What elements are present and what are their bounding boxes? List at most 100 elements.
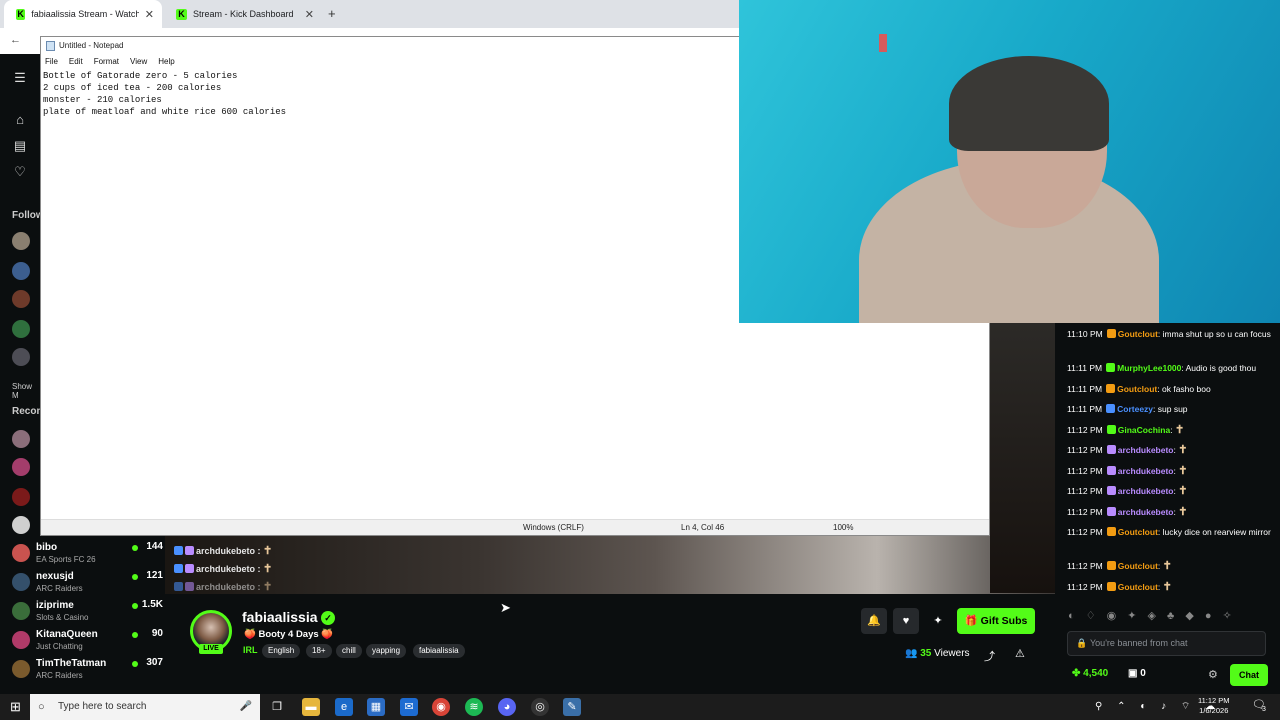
emote-icon: ✝ bbox=[1178, 444, 1188, 456]
browse-icon[interactable]: ▤ bbox=[12, 138, 28, 154]
menu-help[interactable]: Help bbox=[158, 57, 174, 70]
stream-category[interactable]: IRL bbox=[243, 645, 258, 655]
edge-icon[interactable]: e bbox=[335, 698, 353, 716]
channel-points[interactable]: ✤ 4,540 bbox=[1072, 668, 1108, 679]
channel-row[interactable]: nexusjd ARC Raiders 121 bbox=[8, 569, 163, 597]
discord-icon[interactable]: ◕ bbox=[498, 698, 516, 716]
sparkle-icon[interactable]: ✦ bbox=[925, 608, 951, 634]
tag-18plus[interactable]: 18+ bbox=[306, 644, 332, 658]
channel-row[interactable]: TimTheTatman ARC Raiders 307 bbox=[8, 656, 163, 684]
heart-follow-icon[interactable]: ♥ bbox=[893, 608, 919, 634]
chat-username[interactable]: Goutclout bbox=[1118, 329, 1158, 339]
chat-message: 11:12 PM GinaCochina: ✝ bbox=[1067, 423, 1185, 436]
menu-format[interactable]: Format bbox=[94, 57, 119, 70]
file-explorer-icon[interactable]: ▬ bbox=[302, 698, 320, 716]
avatar[interactable] bbox=[12, 232, 30, 250]
chat-username[interactable]: Goutclout bbox=[1118, 561, 1158, 571]
close-tab-icon[interactable]: ✕ bbox=[145, 8, 162, 21]
notepad-text-area[interactable]: Bottle of Gatorade zero - 5 calories 2 c… bbox=[43, 70, 286, 118]
chat-send-button[interactable]: Chat bbox=[1230, 664, 1268, 686]
avatar[interactable] bbox=[12, 290, 30, 308]
chat-username[interactable]: MurphyLee1000 bbox=[1117, 363, 1181, 373]
chat-username[interactable]: archdukebeto bbox=[1118, 486, 1174, 496]
avatar bbox=[12, 602, 30, 620]
live-badge: LIVE bbox=[199, 644, 223, 654]
tag-yapping[interactable]: yapping bbox=[366, 644, 407, 658]
avatar[interactable] bbox=[12, 458, 30, 476]
streamer-name[interactable]: fabiaalissia bbox=[242, 609, 318, 625]
avatar[interactable] bbox=[12, 320, 30, 338]
chrome-icon[interactable]: ◉ bbox=[432, 698, 450, 716]
badge-icon bbox=[1106, 465, 1116, 475]
store-icon[interactable]: ▦ bbox=[367, 698, 385, 716]
gift-subs-button[interactable]: 🎁 Gift Subs bbox=[957, 608, 1035, 634]
chat-username[interactable]: archdukebeto bbox=[1118, 507, 1174, 517]
tag-english[interactable]: English bbox=[262, 644, 301, 658]
tag-fabiaalissia[interactable]: fabiaalissia bbox=[413, 644, 465, 658]
stream-video[interactable] bbox=[165, 536, 1055, 594]
notepad-menu: File Edit Format View Help bbox=[41, 57, 175, 70]
emote-icon: ✝ bbox=[1162, 560, 1172, 572]
chat-username[interactable]: archdukebeto bbox=[1118, 466, 1174, 476]
channel-category: Just Chatting bbox=[36, 642, 83, 651]
chat-input-banned: 🔒 You're banned from chat bbox=[1067, 631, 1266, 656]
microphone-icon[interactable]: 🎤 bbox=[240, 694, 252, 720]
task-view-icon[interactable]: ❐ bbox=[268, 698, 286, 716]
channel-row[interactable]: iziprime Slots & Casino 1.5K bbox=[8, 598, 163, 626]
menu-edit[interactable]: Edit bbox=[69, 57, 83, 70]
zoom-level: 100% bbox=[833, 523, 854, 532]
notepad-taskbar-icon[interactable]: ✎ bbox=[563, 698, 581, 716]
home-icon[interactable]: ⌂ bbox=[12, 112, 28, 128]
search-icon: ○ bbox=[38, 701, 45, 713]
badge-icon bbox=[1106, 383, 1116, 393]
chat-username[interactable]: archdukebeto bbox=[1118, 445, 1174, 455]
overlay-message: archdukebeto : ✝ bbox=[174, 542, 272, 560]
windows-start-icon[interactable]: ⊞ bbox=[10, 699, 21, 715]
taskbar-search[interactable]: ○ Type here to search 🎤 bbox=[30, 694, 260, 720]
obs-icon[interactable]: ◎ bbox=[531, 698, 549, 716]
channel-category: Slots & Casino bbox=[36, 613, 89, 622]
menu-file[interactable]: File bbox=[45, 57, 58, 70]
share-icon[interactable]: ⤴ bbox=[984, 648, 995, 664]
emote-bar[interactable]: ◐ ♢ ◉ ✦ ◈ ♣ ◆ ● ✧ bbox=[1068, 609, 1236, 622]
avatar bbox=[12, 573, 30, 591]
tag-chill[interactable]: chill bbox=[336, 644, 362, 658]
gift-counter[interactable]: ▣ 0 bbox=[1128, 668, 1146, 679]
verified-icon: ✓ bbox=[321, 611, 335, 625]
chat-username[interactable]: Corteezy bbox=[1117, 404, 1153, 414]
gear-icon[interactable]: ⚙ bbox=[1208, 668, 1218, 681]
tab-kick-dashboard[interactable]: K Stream - Kick Dashboard ✕ bbox=[164, 0, 322, 28]
channel-name: nexusjd bbox=[36, 571, 74, 582]
chat-username[interactable]: Goutclout bbox=[1118, 582, 1158, 592]
viewer-count: 👥 35 Viewers bbox=[905, 648, 970, 659]
chat-message: 11:12 PM Goutclout: ✝ bbox=[1067, 560, 1172, 572]
chat-username[interactable]: GinaCochina bbox=[1118, 425, 1170, 435]
chat-username[interactable]: Goutclout bbox=[1117, 384, 1157, 394]
plus-icon[interactable]: + bbox=[328, 6, 336, 21]
close-tab-icon[interactable]: ✕ bbox=[305, 8, 322, 21]
taskbar-clock[interactable]: 11:12 PM 1/6/2026 bbox=[1198, 696, 1230, 716]
avatar[interactable] bbox=[12, 516, 30, 534]
menu-icon[interactable]: ☰ bbox=[12, 70, 28, 86]
channel-row[interactable]: KitanaQueen Just Chatting 90 bbox=[8, 627, 163, 655]
badge-icon bbox=[174, 582, 183, 591]
badge-icon bbox=[1106, 527, 1116, 536]
report-icon[interactable]: ⚠ bbox=[1015, 647, 1025, 660]
spotify-icon[interactable]: ≋ bbox=[465, 698, 483, 716]
heart-icon[interactable]: ♡ bbox=[12, 164, 28, 180]
tab-watch-live[interactable]: K fabiaalissia Stream - Watch Live ✕ bbox=[4, 0, 162, 28]
avatar[interactable] bbox=[12, 348, 30, 366]
avatar[interactable] bbox=[12, 262, 30, 280]
chat-username[interactable]: Goutclout bbox=[1118, 527, 1158, 537]
show-more-link[interactable]: Show M bbox=[12, 382, 40, 400]
channel-row[interactable]: bibo EA Sports FC 26 144 bbox=[8, 540, 163, 568]
notifications-icon[interactable]: 🗨 3 bbox=[1252, 698, 1266, 713]
back-arrow-icon[interactable]: ← bbox=[10, 34, 21, 46]
mail-icon[interactable]: ✉ bbox=[400, 698, 418, 716]
avatar[interactable] bbox=[12, 430, 30, 448]
avatar[interactable] bbox=[12, 488, 30, 506]
menu-view[interactable]: View bbox=[130, 57, 147, 70]
bell-icon[interactable]: 🔔 bbox=[861, 608, 887, 634]
wall-light bbox=[879, 34, 887, 52]
chat-message: 11:12 PM Goutclout: lucky dice on rearvie… bbox=[1067, 527, 1271, 537]
